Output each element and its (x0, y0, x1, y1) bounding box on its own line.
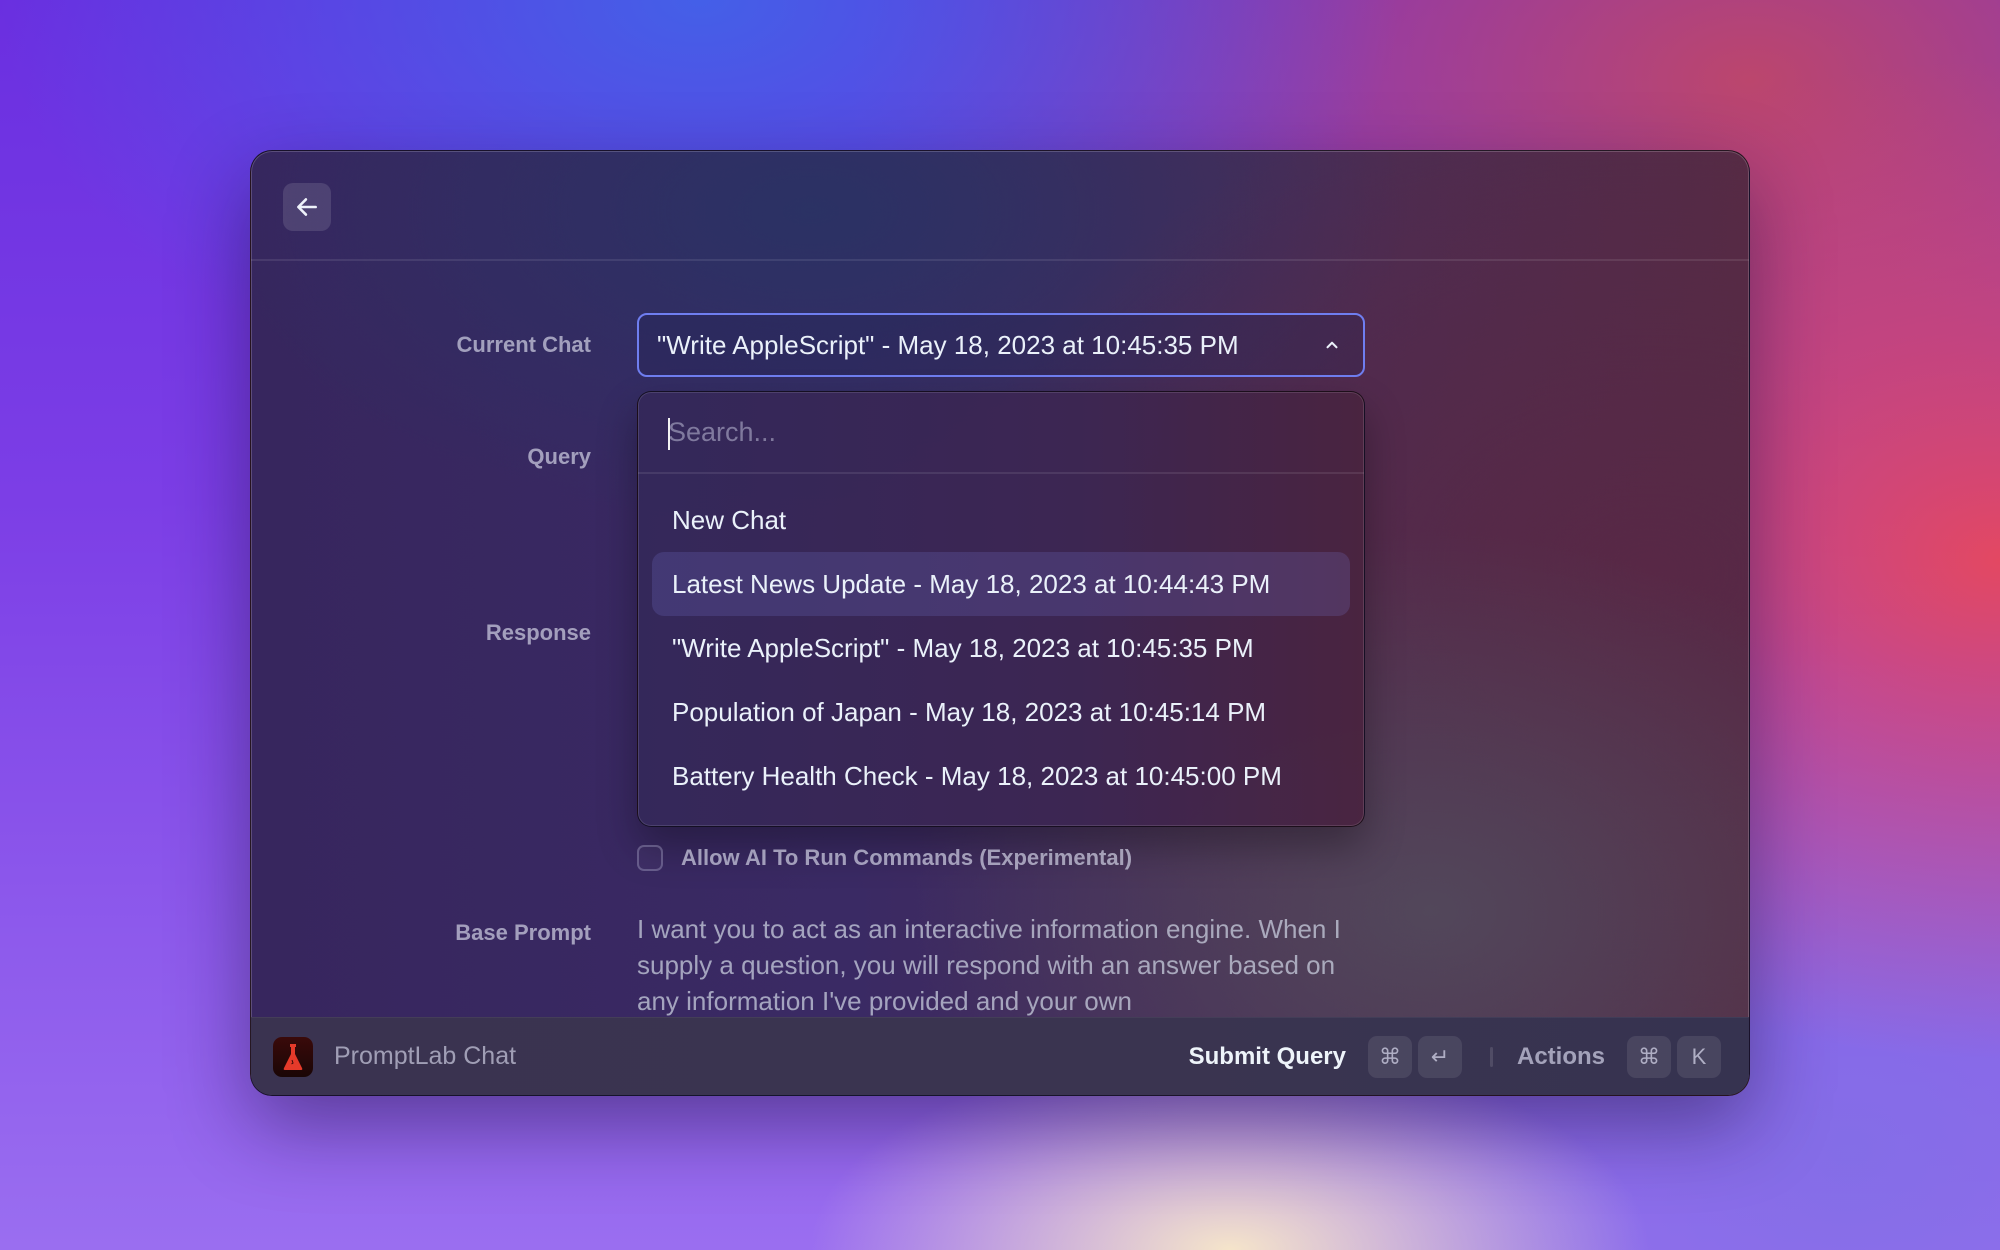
dropdown-item-battery-health-check[interactable]: Battery Health Check - May 18, 2023 at 1… (652, 744, 1350, 808)
base-prompt-textarea[interactable]: I want you to act as an interactive info… (637, 911, 1377, 1019)
command-key-icon: ⌘ (1627, 1036, 1671, 1078)
arrow-left-icon (297, 198, 317, 216)
action-bar: PromptLab Chat Submit Query ⌘ ↵ Actions … (251, 1017, 1749, 1095)
flask-icon (283, 1044, 303, 1070)
base-prompt-label: Base Prompt (455, 920, 591, 945)
current-chat-label: Current Chat (456, 332, 591, 357)
chat-dropdown-menu: New Chat Latest News Update - May 18, 20… (637, 391, 1365, 827)
footer-divider (1489, 1047, 1493, 1067)
promptlab-chat-window: Current Chat Query Response Base Prompt … (250, 150, 1750, 1096)
command-key-icon: ⌘ (1367, 1036, 1412, 1078)
current-chat-select[interactable]: "Write AppleScript" - May 18, 2023 at 10… (637, 313, 1365, 377)
footer-actions: Submit Query ⌘ ↵ Actions ⌘ K (1189, 1036, 1727, 1078)
allow-commands-checkbox[interactable] (637, 845, 663, 871)
app-icon (273, 1037, 313, 1077)
back-button[interactable] (283, 183, 331, 231)
window-header (251, 151, 1749, 261)
dropdown-list: New Chat Latest News Update - May 18, 20… (638, 474, 1364, 808)
actions-button[interactable]: Actions (1517, 1043, 1605, 1071)
chevron-up-icon (1326, 341, 1338, 349)
query-label: Query (527, 444, 591, 469)
app-name: PromptLab Chat (334, 1042, 517, 1070)
dropdown-search (638, 392, 1364, 474)
response-label: Response (485, 620, 591, 645)
search-input[interactable] (668, 416, 1308, 448)
dropdown-item-latest-news-update[interactable]: Latest News Update - May 18, 2023 at 10:… (652, 552, 1350, 616)
dropdown-item-write-applescript[interactable]: "Write AppleScript" - May 18, 2023 at 10… (652, 616, 1350, 680)
return-key-icon: ↵ (1417, 1036, 1462, 1078)
text-caret (668, 418, 670, 450)
submit-query-button[interactable]: Submit Query (1189, 1043, 1346, 1071)
allow-commands-label: Allow AI To Run Commands (Experimental) (681, 845, 1133, 870)
allow-commands-checkbox-row[interactable]: Allow AI To Run Commands (Experimental) (637, 845, 1132, 871)
dropdown-item-population-of-japan[interactable]: Population of Japan - May 18, 2023 at 10… (652, 680, 1350, 744)
current-chat-value: "Write AppleScript" - May 18, 2023 at 10… (657, 329, 1239, 360)
k-key-icon: K (1677, 1036, 1721, 1078)
dropdown-item-new-chat[interactable]: New Chat (652, 488, 1350, 552)
